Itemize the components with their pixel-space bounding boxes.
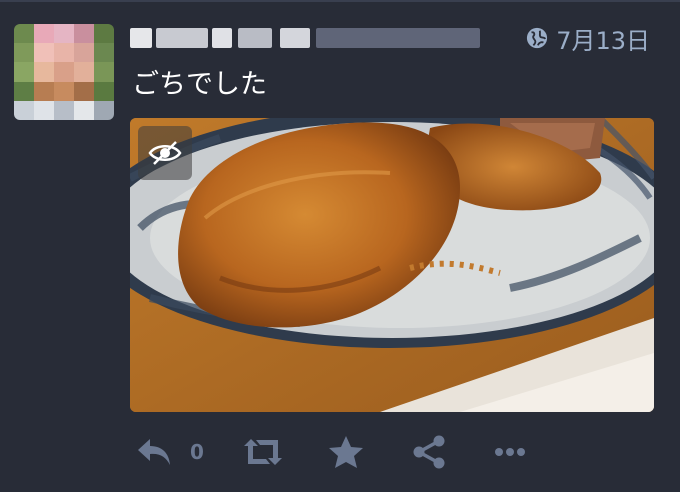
share-button[interactable] <box>412 430 446 474</box>
reply-icon <box>138 439 170 465</box>
fried-cutlet-photo <box>130 118 654 412</box>
status-card: 7月13日 ごちでした 0 <box>0 0 680 492</box>
retweet-icon <box>244 439 282 465</box>
eye-slash-icon <box>148 141 182 165</box>
favourite-button[interactable] <box>328 430 364 474</box>
media-attachment[interactable] <box>130 118 654 412</box>
star-icon <box>329 436 363 468</box>
display-name-blurred[interactable] <box>130 24 480 54</box>
avatar[interactable] <box>14 24 114 120</box>
share-icon <box>413 435 445 469</box>
status-timestamp[interactable]: 7月13日 <box>526 22 650 55</box>
status-content: ごちでした <box>132 69 267 100</box>
ellipsis-icon <box>495 448 525 456</box>
reply-count: 0 <box>190 440 204 464</box>
more-button[interactable] <box>494 430 526 474</box>
boost-button[interactable] <box>242 430 284 474</box>
hide-media-button[interactable] <box>138 126 192 180</box>
timestamp-text: 7月13日 <box>556 26 650 55</box>
action-bar: 0 <box>130 430 550 474</box>
divider <box>0 0 680 2</box>
globe-icon <box>527 27 548 49</box>
reply-button[interactable]: 0 <box>136 430 204 474</box>
